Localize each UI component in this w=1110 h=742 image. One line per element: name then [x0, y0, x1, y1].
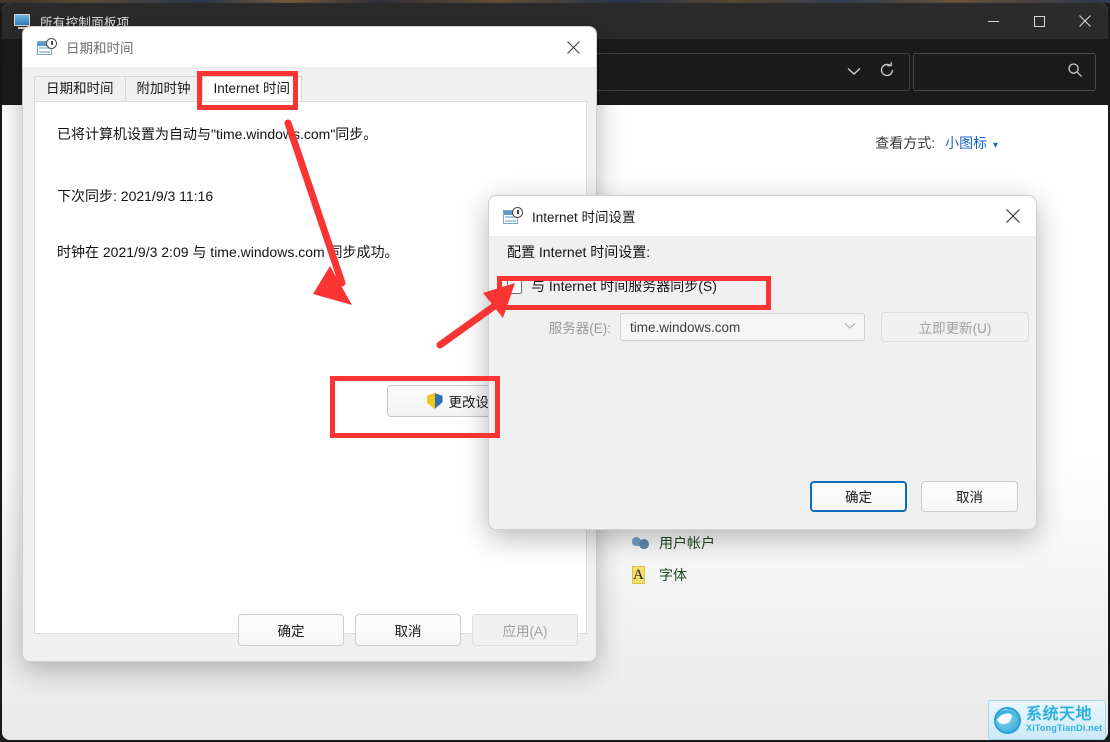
ok-button[interactable]: 确定 — [810, 480, 907, 512]
sync-checkbox-row[interactable]: 与 Internet 时间服务器同步(S) — [507, 276, 717, 296]
apply-button[interactable]: 应用(A) — [472, 614, 578, 646]
view-by-label: 查看方式: — [875, 135, 936, 151]
chevron-down-icon[interactable] — [844, 321, 856, 333]
close-button[interactable] — [550, 27, 596, 67]
sync-checkbox-label: 与 Internet 时间服务器同步(S) — [531, 278, 717, 294]
watermark-en: XiTongTianDi.net — [1026, 722, 1103, 733]
server-combobox[interactable]: time.windows.com — [620, 313, 865, 341]
cancel-button[interactable]: 取消 — [921, 480, 1018, 512]
internet-time-dialog-title: Internet 时间设置 — [532, 210, 636, 225]
watermark-cn: 系统天地 — [1026, 705, 1093, 723]
tab-internet-time[interactable]: Internet 时间 — [201, 76, 303, 103]
tab-additional-clocks[interactable]: 附加时钟 — [124, 76, 203, 103]
server-row: 服务器(E): time.windows.com 立即更新(U) — [507, 312, 1029, 342]
date-time-dialog-title: 日期和时间 — [66, 41, 134, 56]
close-icon — [1006, 209, 1020, 223]
internet-time-dialog-footer: 确定 取消 — [489, 463, 1036, 529]
configure-prompt-text: 配置 Internet 时间设置: — [507, 244, 651, 260]
list-item-label: 字体 — [659, 567, 687, 583]
list-item[interactable]: A 字体 — [632, 559, 932, 591]
maximize-button[interactable] — [1016, 3, 1062, 39]
chevron-down-icon[interactable] — [847, 63, 861, 81]
chevron-down-icon[interactable]: ▾ — [993, 140, 998, 151]
date-time-dialog-footer: 确定 取消 应用(A) — [23, 599, 596, 661]
search-icon[interactable] — [1067, 62, 1083, 83]
refresh-icon[interactable] — [879, 61, 895, 83]
ok-button[interactable]: 确定 — [238, 614, 344, 646]
fonts-icon: A — [632, 566, 645, 584]
close-button[interactable] — [990, 196, 1036, 236]
date-time-tabstrip: 日期和时间 附加时钟 Internet 时间 — [34, 75, 303, 103]
server-value: time.windows.com — [630, 319, 741, 335]
date-time-icon — [37, 38, 57, 56]
globe-refresh-icon — [994, 706, 1021, 734]
uac-shield-icon — [426, 393, 443, 409]
sync-description-text: 已将计算机设置为自动与"time.windows.com"同步。 — [57, 126, 378, 142]
date-time-icon — [503, 207, 523, 225]
date-time-dialog-titlebar: 日期和时间 — [23, 27, 596, 67]
sync-checkbox[interactable] — [507, 278, 522, 294]
close-icon — [1079, 15, 1091, 27]
update-now-button[interactable]: 立即更新(U) — [881, 312, 1029, 342]
close-icon — [566, 40, 580, 54]
list-item-label: 用户帐户 — [659, 535, 715, 551]
close-button[interactable] — [1062, 3, 1108, 39]
cancel-button[interactable]: 取消 — [355, 614, 461, 646]
view-by-value[interactable]: 小图标 — [945, 135, 987, 151]
sync-status-text: 时钟在 2021/9/3 2:09 与 time.windows.com 同步成… — [57, 244, 399, 260]
user-accounts-icon — [632, 534, 650, 552]
next-sync-text: 下次同步: 2021/9/3 11:16 — [57, 188, 214, 204]
maximize-icon — [1033, 15, 1045, 27]
view-by-control: 查看方式: 小图标 ▾ — [875, 133, 998, 153]
minimize-icon — [987, 20, 999, 22]
window-caption-buttons — [970, 3, 1108, 39]
screen: 所有控制面板项 查看方式: 小图标 ▾ 用户帐户 A 字体 日期和时间 日期和时… — [0, 0, 1110, 742]
list-item[interactable]: 用户帐户 — [632, 527, 932, 559]
watermark: 系统天地 XiTongTianDi.net — [988, 700, 1106, 740]
tab-date-and-time[interactable]: 日期和时间 — [34, 76, 126, 103]
search-box[interactable] — [913, 53, 1096, 91]
internet-time-settings-dialog: Internet 时间设置 配置 Internet 时间设置: 与 Intern… — [488, 195, 1037, 530]
server-label: 服务器(E): — [548, 321, 611, 336]
minimize-button[interactable] — [970, 3, 1016, 39]
internet-time-dialog-titlebar: Internet 时间设置 — [489, 196, 1036, 236]
